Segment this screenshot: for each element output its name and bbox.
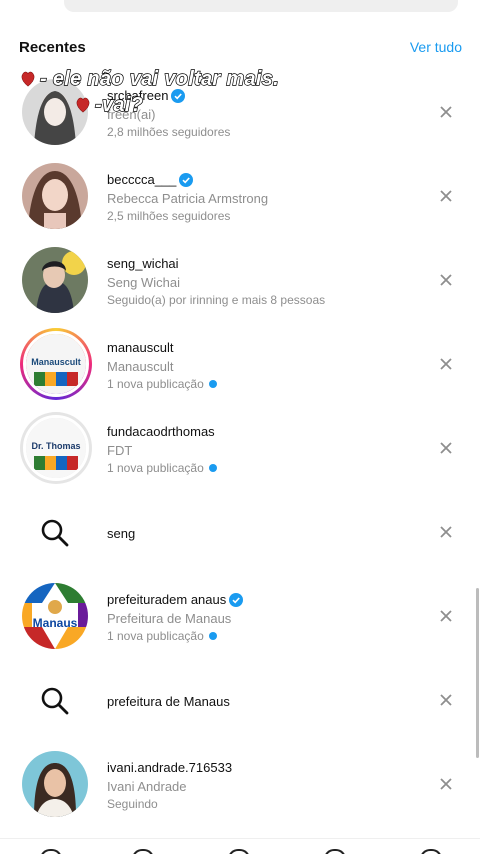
username: seng_wichai (107, 256, 179, 271)
meta-text: 1 nova publicação (107, 461, 204, 475)
list-item[interactable]: Manaus prefeituradem anaus Prefeitura de… (0, 574, 480, 658)
result-text: fundacaodrthomas FDT 1 nova publicação (107, 424, 217, 476)
anatomical-heart-icon (21, 71, 35, 87)
search-icon (41, 687, 69, 715)
meta-text: 1 nova publicação (107, 629, 204, 643)
close-icon[interactable] (438, 272, 454, 288)
recent-search-item[interactable]: prefeitura de Manaus (0, 658, 480, 742)
new-post-dot (208, 380, 217, 388)
verified-badge-icon (179, 173, 194, 187)
close-icon[interactable] (438, 692, 454, 708)
full-name: Rebecca Patricia Armstrong (107, 191, 269, 206)
search-query: prefeitura de Manaus (107, 694, 230, 709)
reels-icon[interactable] (228, 849, 250, 854)
verified-badge-icon (229, 593, 244, 607)
new-post-dot (208, 632, 217, 640)
scrollbar[interactable] (476, 588, 479, 758)
bottom-nav (0, 838, 480, 854)
caption-line-1: - ele não vai voltar mais. (39, 67, 280, 90)
result-text: prefeituradem anaus Prefeitura de Manaus… (107, 592, 244, 644)
username: prefeituradem anaus (107, 592, 227, 607)
top-bar (0, 0, 480, 14)
caption-line-2: -vai? (94, 93, 144, 116)
close-icon[interactable] (438, 356, 454, 372)
dr-thomas-logo: Dr. Thomas (26, 418, 86, 478)
profile-icon[interactable] (420, 849, 442, 854)
see-all-link[interactable]: Ver tudo (410, 39, 462, 55)
list-item[interactable]: becccca___ Rebecca Patricia Armstrong 2,… (0, 154, 480, 238)
meta-text: Seguindo (107, 797, 158, 811)
username: ivani.andrade.716533 (107, 760, 233, 775)
result-text: prefeitura de Manaus (107, 694, 230, 710)
search-icon (41, 519, 69, 547)
recent-search-item[interactable]: seng (0, 490, 480, 574)
meta-text: 2,5 milhões seguidores (107, 209, 231, 223)
recents-header: Recentes Ver tudo (0, 36, 480, 60)
avatar-logo-text: Manaus (33, 616, 78, 630)
close-icon[interactable] (438, 524, 454, 540)
search-query: seng (107, 526, 136, 541)
avatar: Manaus (22, 583, 88, 649)
home-icon[interactable] (40, 849, 62, 854)
avatar-story-ring: Dr. Thomas (20, 412, 92, 484)
username: fundacaodrthomas (107, 424, 215, 439)
shop-icon[interactable] (324, 849, 346, 854)
close-icon[interactable] (438, 188, 454, 204)
avatar-story-ring: Manauscult (20, 328, 92, 400)
avatar (22, 247, 88, 313)
username: manauscult (107, 340, 174, 355)
list-item[interactable]: Dr. Thomas fundacaodrthomas FDT 1 nova p… (0, 406, 480, 490)
list-item[interactable]: seng_wichai Seng Wichai Seguido(a) por i… (0, 238, 480, 322)
result-text: becccca___ Rebecca Patricia Armstrong 2,… (107, 172, 268, 224)
full-name: FDT (107, 443, 133, 458)
result-text: seng (107, 526, 135, 542)
close-icon[interactable] (438, 440, 454, 456)
avatar (22, 751, 88, 817)
full-name: Manauscult (107, 359, 174, 374)
prefeitura-manaus-logo: Manaus (22, 583, 88, 649)
list-item[interactable]: Manauscult manauscult Manauscult 1 nova … (0, 322, 480, 406)
full-name: Prefeitura de Manaus (107, 611, 232, 626)
new-post-dot (208, 464, 217, 472)
close-icon[interactable] (438, 608, 454, 624)
meta-text: Seguido(a) por irinning e mais 8 pessoas (107, 293, 326, 307)
username: becccca___ (107, 172, 177, 187)
full-name: Seng Wichai (107, 275, 180, 290)
meta-text: 1 nova publicação (107, 377, 204, 391)
list-item[interactable]: ivani.andrade.716533 Ivani Andrade Segui… (0, 742, 480, 826)
search-input[interactable] (64, 0, 458, 12)
avatar (22, 163, 88, 229)
result-text: ivani.andrade.716533 Ivani Andrade Segui… (107, 760, 232, 812)
caption-overlay: - ele não vai voltar mais. -vai? (20, 67, 280, 117)
manauscult-logo: Manauscult (26, 334, 86, 394)
close-icon[interactable] (438, 104, 454, 120)
avatar-logo-text: Dr. Thomas (31, 441, 80, 451)
search-tab-icon[interactable] (132, 849, 154, 854)
meta-text: 2,8 milhões seguidores (107, 125, 231, 139)
avatar-logo-text: Manauscult (31, 357, 81, 367)
result-text: manauscult Manauscult 1 nova publicação (107, 340, 217, 392)
verified-badge-icon (171, 89, 186, 103)
full-name: Ivani Andrade (107, 779, 187, 794)
close-icon[interactable] (438, 776, 454, 792)
result-text: seng_wichai Seng Wichai Seguido(a) por i… (107, 256, 325, 308)
anatomical-heart-icon (76, 97, 90, 113)
recents-title: Recentes (19, 39, 86, 56)
